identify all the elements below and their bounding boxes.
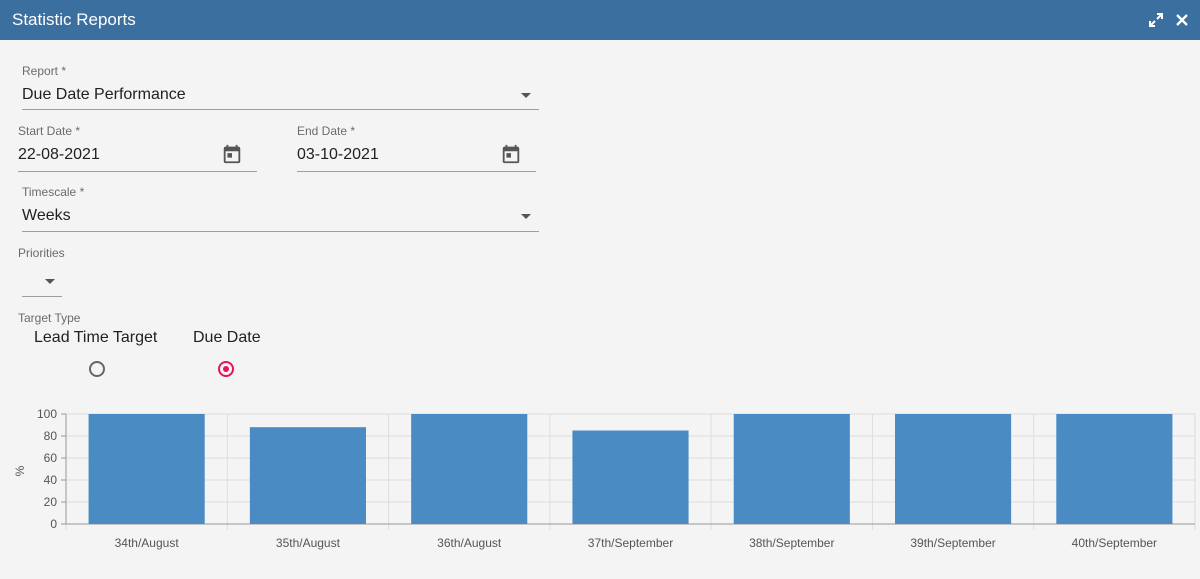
report-value: Due Date Performance <box>22 86 186 103</box>
target-type-label: Target Type <box>18 311 81 325</box>
lead-time-target-label: Lead Time Target <box>34 329 158 346</box>
x-tick-label: 37th/September <box>588 536 673 550</box>
lead-time-target-radio[interactable] <box>89 361 105 377</box>
bar-40th-september[interactable] <box>1056 414 1173 524</box>
start-date-field[interactable]: Start Date * 22-08-2021 <box>18 124 257 172</box>
statistic-reports-window: Statistic Reports Report * Due Date Perf… <box>0 0 1200 579</box>
x-tick-label: 39th/September <box>910 536 995 550</box>
x-tick-label: 35th/August <box>276 536 341 550</box>
y-axis-label: % <box>13 465 27 476</box>
chevron-down-icon <box>45 279 55 284</box>
calendar-icon[interactable] <box>500 143 522 165</box>
y-tick-label: 60 <box>44 451 58 465</box>
y-axis-ticks: 0 20 40 60 80 100 <box>37 407 66 531</box>
bar-38th-september[interactable] <box>733 414 850 524</box>
timescale-select[interactable]: Timescale * Weeks <box>22 185 539 233</box>
chart-bars <box>88 414 1173 525</box>
y-tick-label: 0 <box>50 517 57 531</box>
due-date-performance-chart: 0 20 40 60 80 100 34th/August 35th/August 36th/… <box>13 407 1196 550</box>
y-tick-label: 40 <box>44 473 58 487</box>
end-date-field[interactable]: End Date * 03-10-2021 <box>297 124 536 172</box>
priorities-label: Priorities <box>18 246 65 260</box>
x-tick-label: 34th/August <box>115 536 180 550</box>
x-tick-label: 38th/September <box>749 536 834 550</box>
x-axis-ticks: 34th/August 35th/August 36th/August 37th/Se… <box>115 536 1157 550</box>
bar-36th-august[interactable] <box>411 414 528 524</box>
timescale-value: Weeks <box>22 207 71 224</box>
y-tick-label: 100 <box>37 407 57 421</box>
due-date-radio[interactable] <box>218 361 234 377</box>
expand-icon <box>1149 13 1163 27</box>
start-date-label: Start Date * <box>18 124 81 138</box>
timescale-label: Timescale * <box>22 185 85 199</box>
report-label: Report * <box>22 64 67 78</box>
window-title: Statistic Reports <box>12 10 136 29</box>
y-tick-label: 80 <box>44 429 58 443</box>
close-icon <box>1176 14 1188 26</box>
chevron-down-icon <box>521 93 531 98</box>
x-tick-label: 40th/September <box>1072 536 1157 550</box>
bar-35th-august[interactable] <box>249 427 366 524</box>
end-date-value: 03-10-2021 <box>297 146 379 163</box>
report-select[interactable]: Report * Due Date Performance <box>22 64 539 112</box>
maximize-button[interactable] <box>1144 8 1168 32</box>
due-date-label: Due Date <box>193 329 261 346</box>
title-actions <box>1144 0 1200 40</box>
y-tick-label: 20 <box>44 495 58 509</box>
end-date-label: End Date * <box>297 124 356 138</box>
chevron-down-icon <box>521 214 531 219</box>
close-button[interactable] <box>1170 8 1194 32</box>
priorities-select[interactable] <box>22 266 62 298</box>
bar-34th-august[interactable] <box>88 414 205 524</box>
x-tick-label: 36th/August <box>437 536 502 550</box>
start-date-value: 22-08-2021 <box>18 146 100 163</box>
calendar-icon[interactable] <box>221 143 243 165</box>
bar-37th-september[interactable] <box>572 430 689 525</box>
bar-39th-september[interactable] <box>895 414 1012 524</box>
title-bar: Statistic Reports <box>0 0 1200 40</box>
